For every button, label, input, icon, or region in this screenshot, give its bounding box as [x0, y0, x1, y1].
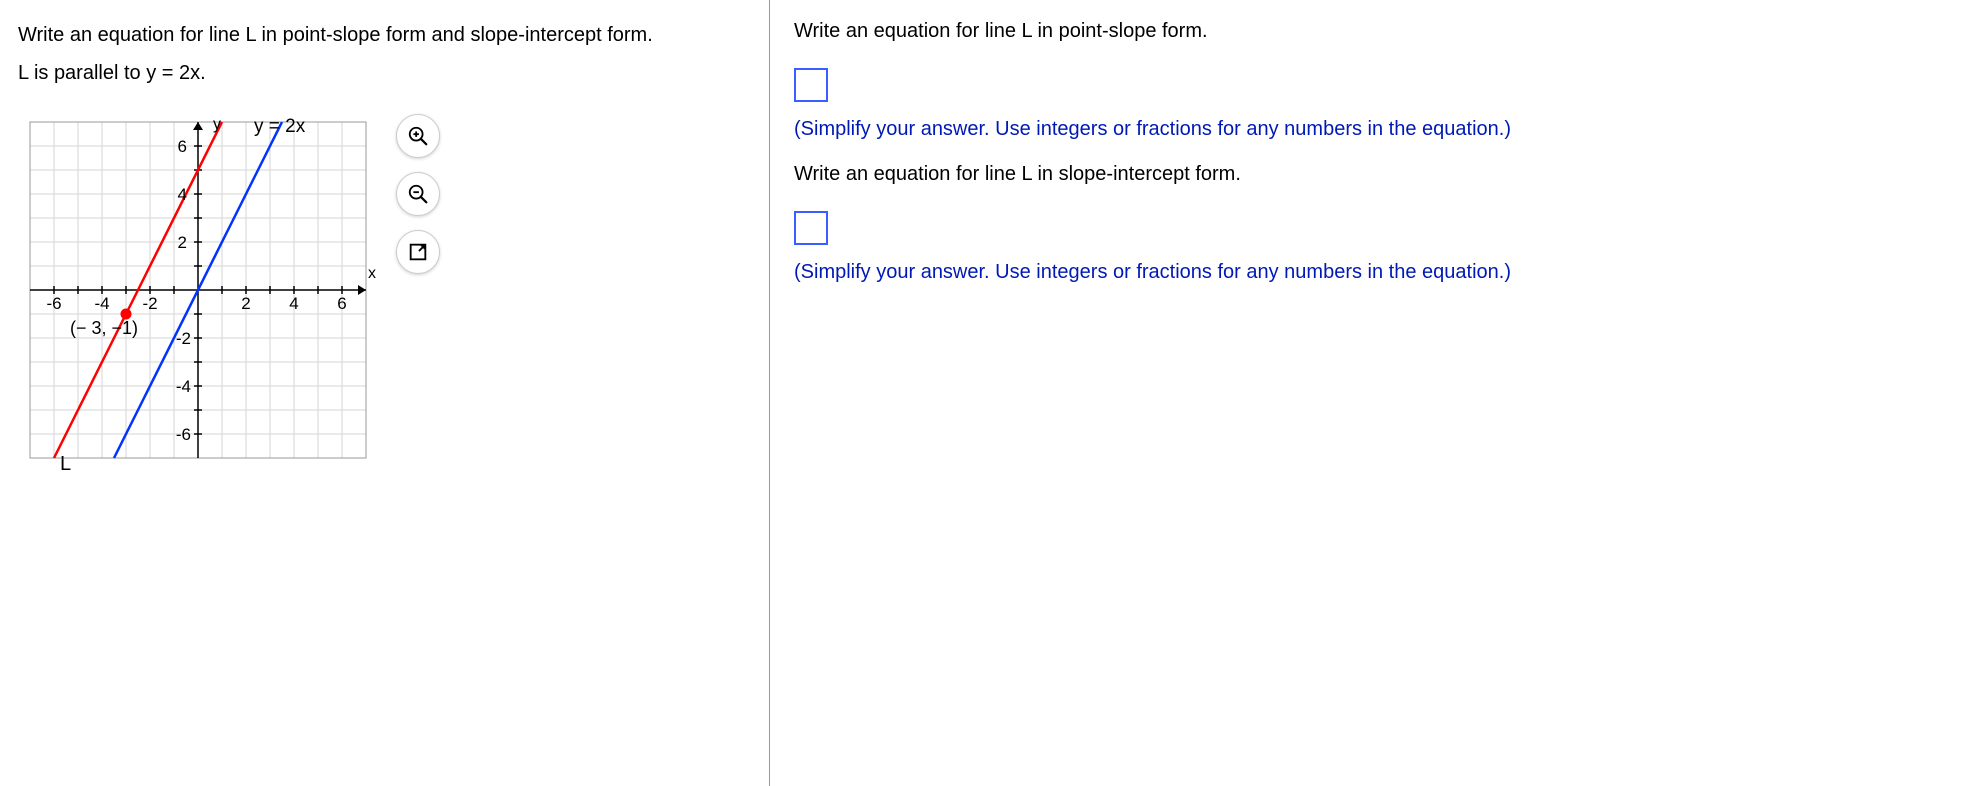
expand-button[interactable]: [396, 230, 440, 274]
tick-y-4: 4: [178, 185, 187, 204]
question-line-2: L is parallel to y = 2x.: [18, 54, 751, 92]
prompt-slope-intercept: Write an equation for line L in slope-in…: [794, 159, 1938, 189]
tick-y-2: 2: [178, 233, 187, 252]
question-text: Write an equation for line L in point-sl…: [18, 16, 751, 92]
tick-y-neg4: -4: [176, 377, 191, 396]
question-pane: Write an equation for line L in point-sl…: [0, 0, 770, 786]
graph-controls: [396, 114, 440, 274]
graph-area: -6 -4 -2 2 4 6 6 4 2 -2 -4 -6 y x (− 3, …: [18, 110, 458, 480]
coordinate-graph: -6 -4 -2 2 4 6 6 4 2 -2 -4 -6 y x (− 3, …: [18, 110, 378, 470]
zoom-out-icon: [407, 183, 429, 205]
tick-y-neg6: -6: [176, 425, 191, 444]
prompt-point-slope: Write an equation for line L in point-sl…: [794, 16, 1938, 46]
answer-input-point-slope[interactable]: [794, 68, 828, 102]
expand-icon: [407, 241, 429, 263]
y-axis-label: y: [213, 116, 221, 133]
line-L-label: L: [60, 453, 71, 470]
tick-y-neg2: -2: [176, 329, 191, 348]
question-line-1: Write an equation for line L in point-sl…: [18, 16, 751, 54]
tick-y-6: 6: [178, 137, 187, 156]
point-label: (− 3, −1): [70, 318, 138, 338]
tick-x-neg4: -4: [94, 294, 109, 313]
tick-x-neg2: -2: [142, 294, 157, 313]
zoom-in-icon: [407, 125, 429, 147]
zoom-out-button[interactable]: [396, 172, 440, 216]
reference-line-label: y = 2x: [254, 116, 305, 138]
answer-input-slope-intercept[interactable]: [794, 211, 828, 245]
tick-x-4: 4: [289, 294, 298, 313]
x-axis-label: x: [368, 265, 376, 282]
tick-x-neg6: -6: [46, 294, 61, 313]
answer-pane: Write an equation for line L in point-sl…: [770, 0, 1962, 786]
zoom-in-button[interactable]: [396, 114, 440, 158]
tick-x-6: 6: [337, 294, 346, 313]
hint-point-slope: (Simplify your answer. Use integers or f…: [794, 118, 1938, 141]
hint-slope-intercept: (Simplify your answer. Use integers or f…: [794, 261, 1938, 284]
tick-x-2: 2: [241, 294, 250, 313]
